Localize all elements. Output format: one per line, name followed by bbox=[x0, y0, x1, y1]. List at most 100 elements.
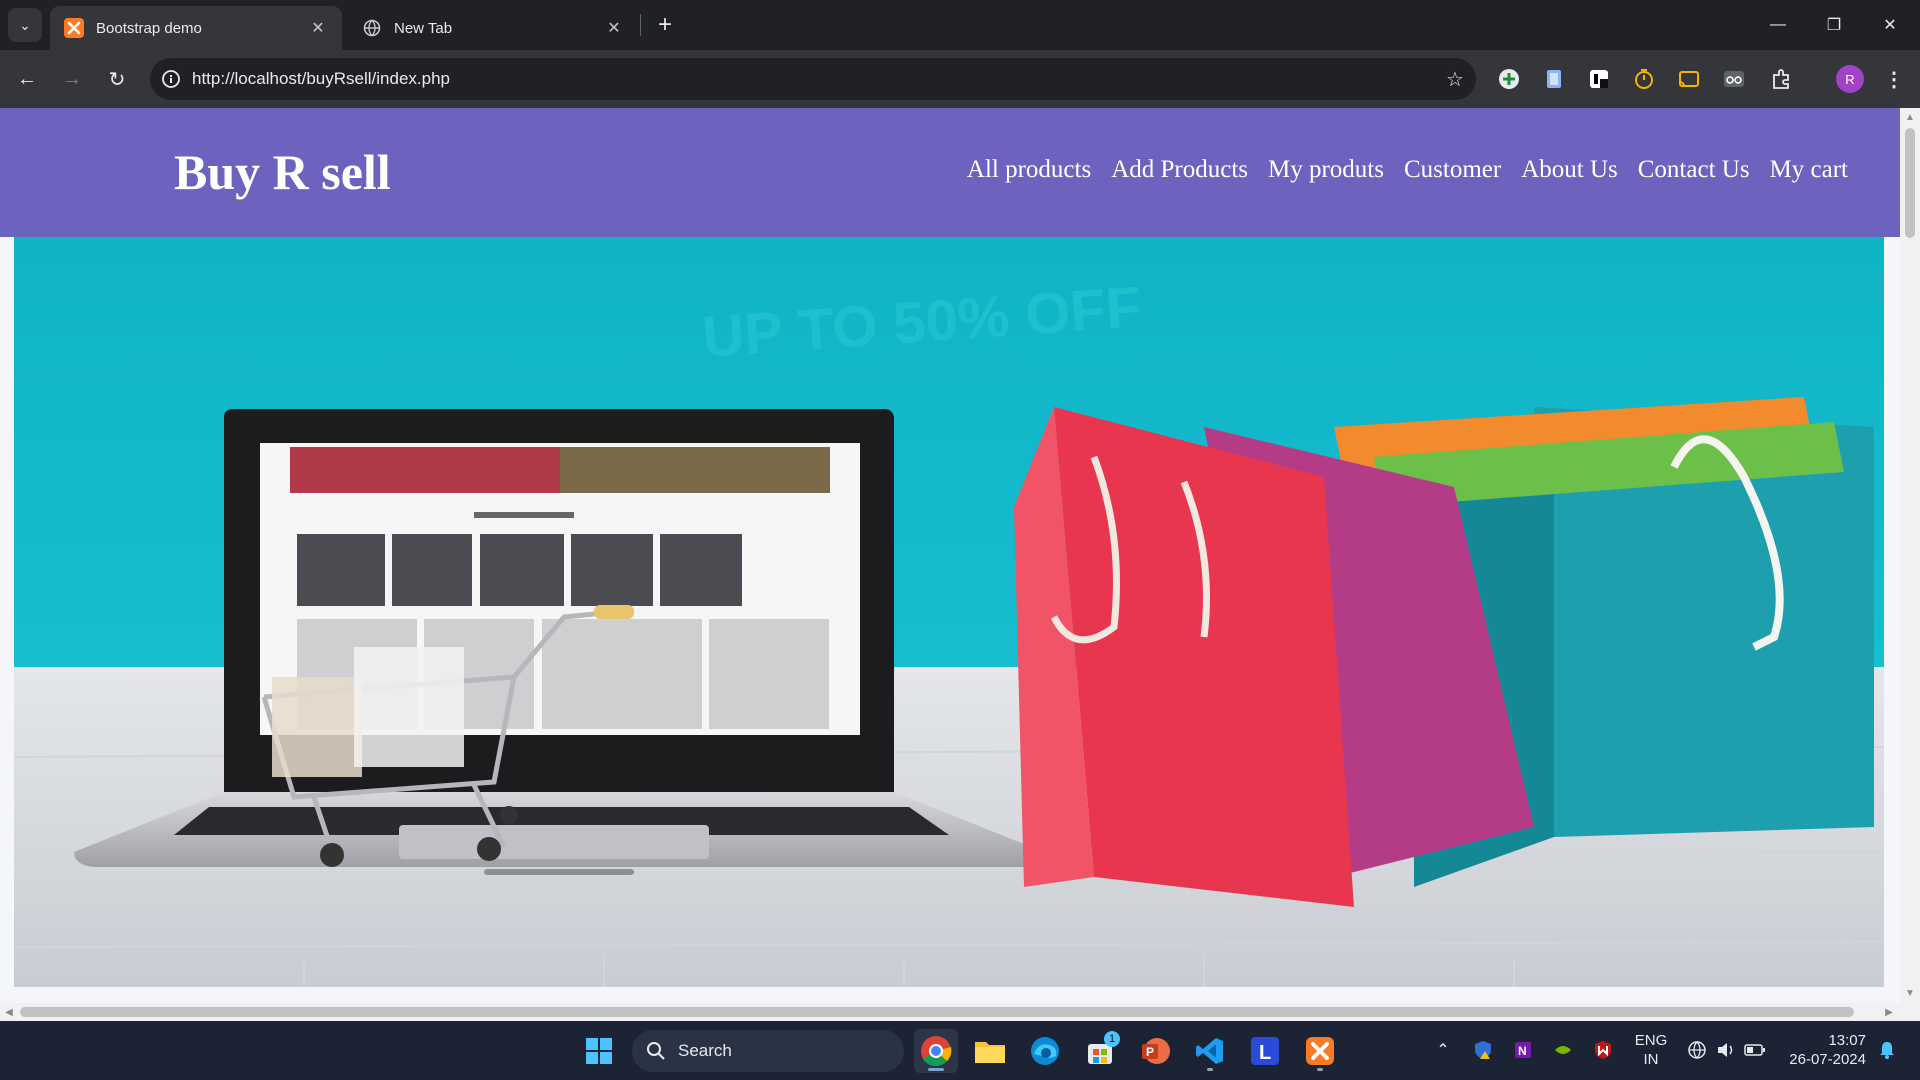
clock[interactable]: 13:07 26-07-2024 bbox=[1782, 1031, 1866, 1069]
l-app-button[interactable]: L bbox=[1243, 1029, 1287, 1073]
restore-icon: ❐ bbox=[1826, 17, 1842, 34]
chevron-down-icon: ⌄ bbox=[19, 16, 31, 33]
site-navbar: Buy R sell All products Add Products My … bbox=[0, 108, 1900, 237]
tab-divider bbox=[640, 14, 641, 36]
taskbar-search[interactable]: Search bbox=[632, 1030, 904, 1072]
svg-text:N: N bbox=[1518, 1044, 1527, 1058]
nav-customer[interactable]: Customer bbox=[1404, 156, 1501, 184]
arrow-right-icon: → bbox=[62, 67, 82, 90]
browser-menu-icon[interactable]: ⋮ bbox=[1880, 65, 1908, 93]
tab-bootstrap-demo[interactable]: Bootstrap demo ✕ bbox=[50, 6, 342, 50]
svg-text:L: L bbox=[1259, 1042, 1271, 1064]
edge-icon bbox=[1031, 1037, 1059, 1065]
nav-all-products[interactable]: All products bbox=[967, 156, 1091, 184]
site-info-icon[interactable] bbox=[150, 58, 192, 100]
l-app-icon: L bbox=[1251, 1037, 1279, 1065]
nav-contact-us[interactable]: Contact Us bbox=[1638, 156, 1750, 184]
close-tab-icon[interactable]: ✕ bbox=[604, 18, 624, 38]
hero-illustration: UP TO 50% OFF bbox=[14, 237, 1884, 987]
close-tab-icon[interactable]: ✕ bbox=[308, 18, 328, 38]
add-extension-icon[interactable] bbox=[1497, 67, 1521, 91]
windows-logo-icon bbox=[586, 1038, 612, 1064]
edge-button[interactable] bbox=[1023, 1029, 1067, 1073]
store-badge: 1 bbox=[1104, 1031, 1120, 1047]
timer-extension-icon[interactable] bbox=[1632, 67, 1656, 91]
site-brand[interactable]: Buy R sell bbox=[174, 143, 391, 201]
xampp-favicon-icon bbox=[64, 18, 84, 38]
back-button[interactable]: ← bbox=[9, 61, 45, 97]
browser-toolbar: ← → ↻ http://localhost/buyRsell/index.ph… bbox=[0, 50, 1920, 108]
windows-taskbar: Search 1 P L ⌃ N ENG IN 13:07 26-07-2024 bbox=[0, 1021, 1920, 1080]
restore-button[interactable]: ❐ bbox=[1806, 0, 1862, 50]
notification-bell-icon[interactable] bbox=[1876, 1039, 1898, 1061]
reader-extension-icon[interactable] bbox=[1722, 67, 1746, 91]
tab-search-button[interactable]: ⌄ bbox=[8, 8, 42, 42]
plus-icon: + bbox=[657, 11, 672, 38]
document-extension-icon[interactable] bbox=[1542, 67, 1566, 91]
horizontal-scroll-thumb[interactable] bbox=[20, 1007, 1854, 1017]
svg-text:P: P bbox=[1146, 1045, 1154, 1059]
globe-icon bbox=[362, 18, 382, 38]
vscode-icon bbox=[1196, 1038, 1223, 1064]
address-bar[interactable]: http://localhost/buyRsell/index.php ☆ bbox=[150, 58, 1476, 100]
scroll-right-icon[interactable]: ▶ bbox=[1880, 1003, 1898, 1021]
clock-time: 13:07 bbox=[1828, 1032, 1866, 1049]
hero-banner: UP TO 50% OFF bbox=[14, 237, 1884, 987]
file-explorer-button[interactable] bbox=[968, 1029, 1012, 1073]
forward-button[interactable]: → bbox=[54, 61, 90, 97]
vertical-scrollbar[interactable]: ▲ ▼ bbox=[1900, 108, 1920, 1003]
powerpoint-button[interactable]: P bbox=[1133, 1029, 1177, 1073]
extensions-puzzle-icon[interactable] bbox=[1769, 67, 1793, 91]
chrome-taskbar-button[interactable] bbox=[914, 1029, 958, 1073]
folder-icon bbox=[975, 1042, 1005, 1063]
xampp-button[interactable] bbox=[1298, 1029, 1342, 1073]
xampp-icon bbox=[1306, 1037, 1334, 1065]
horizontal-scrollbar[interactable]: ◀ ▶ bbox=[0, 1003, 1920, 1021]
running-app-indicator bbox=[1317, 1068, 1323, 1071]
minimize-icon: — bbox=[1770, 16, 1786, 33]
start-button[interactable] bbox=[577, 1029, 621, 1073]
nvidia-icon[interactable] bbox=[1552, 1039, 1574, 1061]
arrow-left-icon: ← bbox=[17, 67, 37, 90]
browser-tab-strip: ⌄ Bootstrap demo ✕ New Tab ✕ + — ❐ ✕ bbox=[0, 0, 1920, 50]
new-tab-button[interactable]: + bbox=[650, 10, 680, 40]
battery-icon[interactable] bbox=[1744, 1039, 1766, 1061]
scroll-left-icon[interactable]: ◀ bbox=[0, 1003, 18, 1021]
security-shield-icon[interactable] bbox=[1472, 1039, 1494, 1061]
vscode-button[interactable] bbox=[1188, 1029, 1232, 1073]
onenote-icon[interactable]: N bbox=[1512, 1039, 1534, 1061]
scroll-up-icon[interactable]: ▲ bbox=[1900, 110, 1920, 124]
scroll-down-icon[interactable]: ▼ bbox=[1900, 986, 1920, 1000]
page-viewport: Buy R sell All products Add Products My … bbox=[0, 108, 1920, 1021]
nav-about-us[interactable]: About Us bbox=[1521, 156, 1618, 184]
network-globe-icon[interactable] bbox=[1686, 1039, 1708, 1061]
mcafee-icon[interactable] bbox=[1592, 1039, 1614, 1061]
url-text: http://localhost/buyRsell/index.php bbox=[192, 69, 450, 88]
vertical-scroll-thumb[interactable] bbox=[1905, 128, 1915, 238]
tab-title: Bootstrap demo bbox=[96, 19, 202, 37]
clock-date: 26-07-2024 bbox=[1789, 1051, 1866, 1068]
nav-my-products[interactable]: My produts bbox=[1268, 156, 1384, 184]
chrome-icon bbox=[921, 1036, 952, 1067]
nav-my-cart[interactable]: My cart bbox=[1770, 156, 1848, 184]
reload-button[interactable]: ↻ bbox=[99, 61, 135, 97]
chevron-up-icon[interactable]: ⌃ bbox=[1432, 1039, 1454, 1061]
bookmark-star-icon[interactable]: ☆ bbox=[1434, 58, 1476, 100]
running-app-indicator bbox=[1207, 1068, 1213, 1071]
tab-new-tab[interactable]: New Tab ✕ bbox=[348, 6, 638, 50]
close-icon: ✕ bbox=[1883, 17, 1897, 34]
language-code: ENG bbox=[1634, 1032, 1668, 1049]
volume-icon[interactable] bbox=[1714, 1039, 1736, 1061]
region-code: IN bbox=[1643, 1051, 1659, 1068]
nav-links: All products Add Products My produts Cus… bbox=[967, 156, 1848, 184]
nav-add-products[interactable]: Add Products bbox=[1111, 156, 1248, 184]
extension-badge-icon[interactable] bbox=[1587, 67, 1611, 91]
minimize-button[interactable]: — bbox=[1750, 0, 1806, 50]
language-indicator[interactable]: ENG IN bbox=[1630, 1031, 1672, 1069]
profile-avatar[interactable]: R bbox=[1836, 65, 1864, 93]
search-placeholder: Search bbox=[678, 1041, 732, 1060]
store-button[interactable]: 1 bbox=[1078, 1029, 1122, 1073]
reload-icon: ↻ bbox=[108, 68, 126, 91]
cast-extension-icon[interactable] bbox=[1677, 67, 1701, 91]
close-window-button[interactable]: ✕ bbox=[1862, 0, 1918, 50]
